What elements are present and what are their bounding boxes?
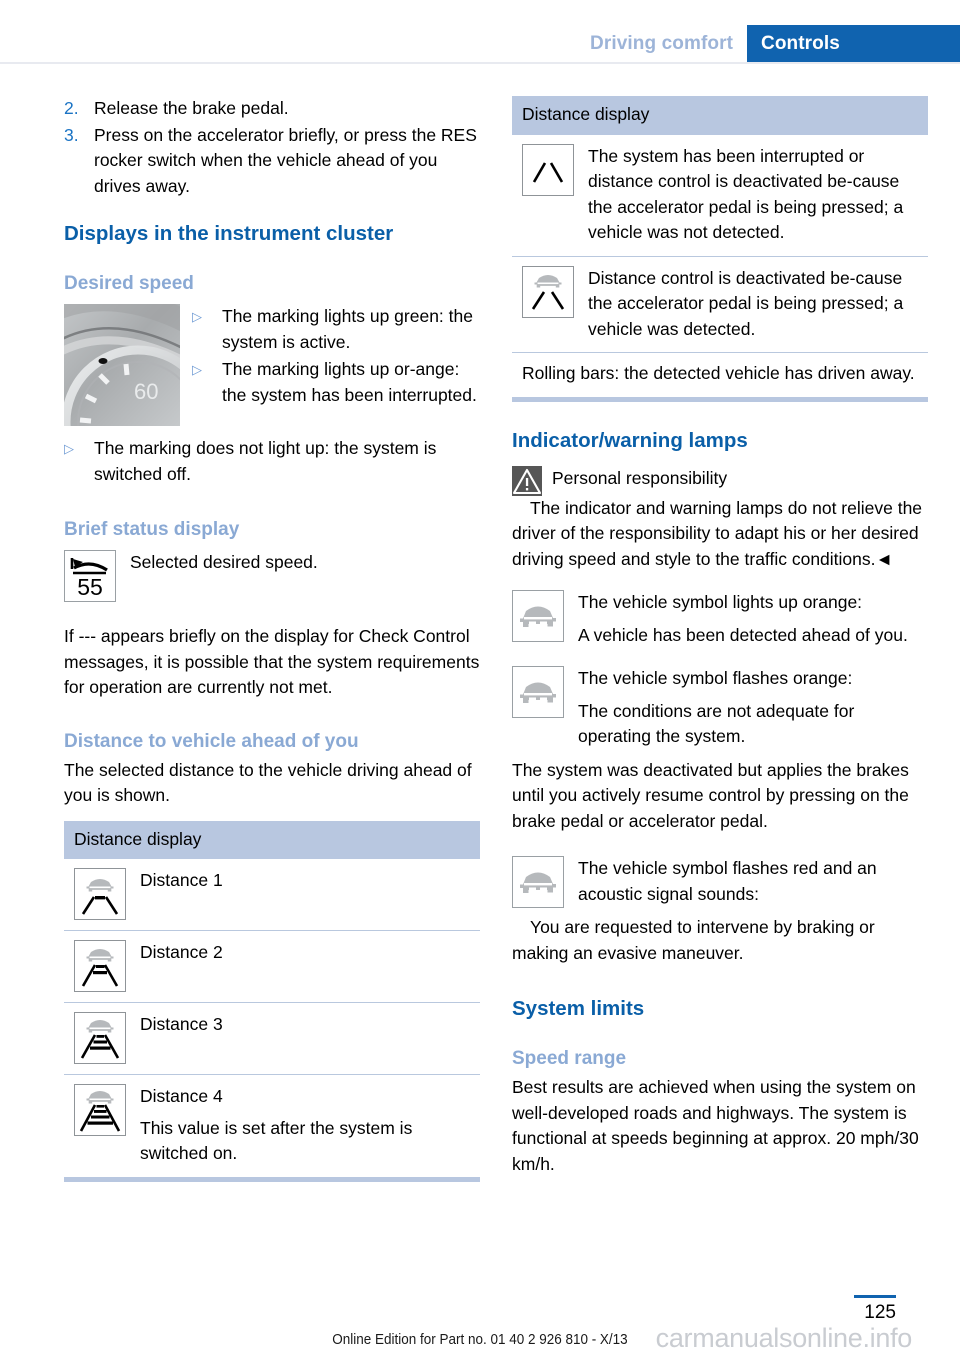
brief-status-row: 55 Selected desired speed. — [64, 550, 480, 602]
table-row: Distance 1 — [64, 859, 480, 931]
table-row: The system has been interrupted or dista… — [512, 135, 928, 257]
step-number: 2. — [64, 98, 79, 118]
bullet-text: The marking lights up green: the system … — [222, 306, 473, 352]
lamp-title: The vehicle symbol flashes red and an ac… — [578, 858, 877, 904]
lamp-title: The vehicle symbol flashes orange: — [578, 668, 853, 688]
distance-intro-paragraph: The selected distance to the vehicle dri… — [64, 759, 472, 806]
warning-text: The indicator and warning lamps do not r… — [512, 497, 923, 569]
breadcrumb-section: Controls — [747, 25, 960, 62]
speed-badge-value: 55 — [77, 574, 103, 600]
lamp-row-flashing-orange: The vehicle symbol flashes orange: The c… — [512, 666, 928, 750]
left-column: 2. Release the brake pedal. 3. Press on … — [64, 96, 480, 1182]
step-text: Release the brake pedal. — [94, 98, 289, 118]
distance-3-icon — [74, 1012, 126, 1064]
triangle-bullet-icon: ▷ — [192, 309, 202, 324]
distance-2-icon — [74, 940, 126, 992]
right-column: Distance display The system has been int… — [512, 96, 928, 1182]
lamp-title: The vehicle symbol lights up orange: — [578, 592, 863, 612]
distance-interrupted-no-vehicle-icon — [522, 143, 574, 196]
table-cell-label: Distance 2 — [140, 942, 223, 962]
lamp-red-description: You are requested to intervene by brakin… — [512, 917, 875, 963]
lamp-text: The vehicle symbol flashes orange: The c… — [578, 666, 928, 750]
step-text: Press on the accelerator briefly, or pre… — [94, 124, 477, 196]
speed-range-paragraph: Best results are achieved when using the… — [512, 1077, 919, 1174]
list-item: ▷ The marking lights up green: the syste… — [192, 304, 480, 355]
distance-display-table-right: Distance display The system has been int… — [512, 96, 928, 402]
list-item: ▷ The marking does not light up: the sys… — [64, 436, 480, 487]
footer-rule — [854, 1295, 896, 1298]
instrument-cluster-dial-image: 60 — [64, 304, 180, 426]
distance-deactivated-vehicle-icon — [522, 265, 574, 318]
table-cell-text: The system has been interrupted or dista… — [588, 145, 904, 243]
header-divider — [0, 62, 960, 64]
lamps-paragraph: The system was deactivated but applies t… — [512, 759, 909, 831]
table-cell-note: This value is set after the system is sw… — [140, 1117, 413, 1164]
breadcrumb-chapter: Driving comfort — [576, 25, 747, 62]
header-breadcrumb-bar: Driving comfort Controls — [576, 25, 960, 62]
table-cell-label: Distance 1 — [140, 870, 223, 890]
brief-status-paragraph: If --- appears briefly on the display fo… — [64, 626, 480, 697]
distance-4-icon — [74, 1084, 126, 1136]
table-row: Distance 2 — [64, 931, 480, 1003]
lamp-row-orange: The vehicle symbol lights up orange: A v… — [512, 590, 928, 648]
desired-speed-bullets: ▷ The marking lights up green: the syste… — [192, 304, 480, 410]
table-cell-label: Distance 3 — [140, 1014, 223, 1034]
section-heading-displays: Displays in the instrument cluster — [64, 222, 394, 245]
warning-block: Personal responsibility — [512, 465, 928, 496]
distance-display-table-left: Distance display Distance 1 Distance 2 D… — [64, 820, 480, 1182]
speed-limit-55-icon: 55 — [64, 550, 116, 602]
subheading-brief-status: Brief status display — [64, 519, 240, 540]
subheading-speed-range: Speed range — [512, 1048, 627, 1069]
desired-speed-block: 60 ▷ The marking lights up green: the sy… — [64, 304, 480, 426]
table-row: Distance 3 — [64, 1003, 480, 1075]
page-footer: 125 Online Edition for Part no. 01 40 2 … — [0, 1272, 960, 1362]
table-header: Distance display — [512, 96, 928, 135]
table-cell-text: Distance control is deactivated be-cause… — [588, 267, 904, 339]
procedure-steps: 2. Release the brake pedal. 3. Press on … — [64, 96, 480, 199]
table-bottom-rule — [512, 396, 928, 402]
vehicle-symbol-flashing-orange-icon — [512, 666, 564, 718]
desired-speed-bullets-full: ▷ The marking does not light up: the sys… — [64, 436, 480, 487]
list-item: 2. Release the brake pedal. — [64, 96, 480, 122]
section-heading-system-limits: System limits — [512, 997, 645, 1020]
table-row: Distance control is deactivated be-cause… — [512, 257, 928, 353]
subheading-desired-speed: Desired speed — [64, 273, 194, 294]
lamp-description: A vehicle has been detected ahead of you… — [578, 624, 908, 645]
lamp-row-red: The vehicle symbol flashes red and an ac… — [512, 856, 928, 908]
bullet-list: ▷ The marking lights up green: the syste… — [192, 304, 480, 408]
brief-status-text: Selected desired speed. — [130, 552, 318, 572]
lamp-text: The vehicle symbol lights up orange: A v… — [578, 590, 928, 648]
warning-triangle-icon — [512, 465, 542, 496]
page-header: Driving comfort Controls — [0, 0, 960, 64]
table-bottom-rule — [64, 1176, 480, 1182]
table-note: Rolling bars: the detected vehicle has d… — [522, 363, 915, 383]
cluster-speed-label: 60 — [134, 379, 158, 404]
warning-body: Personal responsibility — [552, 466, 928, 492]
bullet-text: The marking lights up or-ange: the syste… — [222, 359, 477, 405]
table-header: Distance display — [64, 820, 480, 859]
content-columns: 2. Release the brake pedal. 3. Press on … — [0, 96, 960, 1182]
list-item: 3. Press on the accelerator briefly, or … — [64, 123, 480, 200]
page-number: 125 — [864, 1302, 896, 1323]
lamp-text: The vehicle symbol flashes red and an ac… — [578, 856, 928, 907]
vehicle-symbol-red-icon — [512, 856, 564, 908]
step-number: 3. — [64, 124, 79, 145]
vehicle-symbol-orange-icon — [512, 590, 564, 642]
table-row: Distance 4 This value is set after the s… — [64, 1075, 480, 1177]
table-cell-label: Distance 4 — [140, 1086, 223, 1106]
distance-1-icon — [74, 868, 126, 920]
subheading-distance: Distance to vehicle ahead of you — [64, 730, 359, 752]
triangle-bullet-icon: ▷ — [64, 441, 74, 456]
instrument-cluster-dial-icon: 60 — [64, 304, 180, 426]
section-heading-lamps: Indicator/warning lamps — [512, 428, 748, 452]
list-item: ▷ The marking lights up or-ange: the sys… — [192, 357, 480, 408]
warning-title: Personal responsibility — [552, 467, 728, 488]
lamp-description: The conditions are not adequate for oper… — [578, 700, 855, 747]
triangle-bullet-icon: ▷ — [192, 362, 202, 377]
footer-note: Online Edition for Part no. 01 40 2 926 … — [332, 1332, 628, 1348]
table-cell-content: Distance 4 This value is set after the s… — [140, 1084, 480, 1167]
bullet-text: The marking does not light up: the syste… — [94, 438, 437, 484]
